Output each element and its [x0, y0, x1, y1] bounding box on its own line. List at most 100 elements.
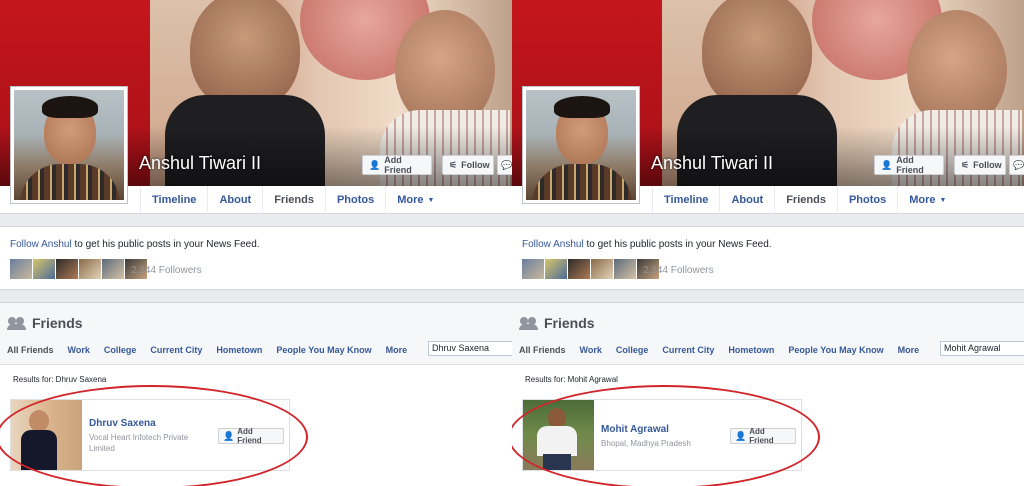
filter-current-city[interactable]: Current City	[150, 345, 202, 355]
filter-all-friends[interactable]: All Friends	[519, 345, 566, 355]
result-subtitle: Bhopal, Madhya Pradesh	[601, 439, 691, 448]
follower-avatar[interactable]	[10, 259, 32, 279]
result-add-friend-button[interactable]: 👤 Add Friend	[218, 427, 284, 445]
followers-count[interactable]: 2,344 Followers	[131, 265, 202, 276]
result-avatar[interactable]	[11, 400, 82, 470]
rss-icon: ⚟	[961, 159, 970, 170]
follow-label: Follow	[973, 160, 1002, 170]
friends-title-label: Friends	[544, 315, 595, 331]
tab-timeline[interactable]: Timeline	[652, 186, 719, 214]
message-icon: 💬	[501, 159, 512, 170]
results-label: Results for: Dhruv Saxena	[13, 375, 107, 384]
results-label: Results for: Mohit Agrawal	[525, 375, 618, 384]
chevron-down-icon: ▼	[427, 196, 435, 204]
filter-college[interactable]: College	[104, 345, 137, 355]
follow-prompt: Follow Anshul to get his public posts in…	[10, 239, 260, 250]
follower-avatar[interactable]	[522, 259, 544, 279]
message-button[interactable]: 💬	[497, 155, 512, 175]
follow-prompt-text: to get his public posts in your News Fee…	[71, 239, 260, 250]
follower-avatar[interactable]	[56, 259, 78, 279]
filter-college[interactable]: College	[616, 345, 649, 355]
message-icon: 💬	[1013, 159, 1024, 170]
friends-title: Friends	[519, 315, 595, 331]
profile-name[interactable]: Anshul Tiwari II	[139, 153, 261, 174]
follow-label: Follow	[461, 160, 490, 170]
filter-work[interactable]: Work	[68, 345, 90, 355]
filter-work[interactable]: Work	[580, 345, 602, 355]
tab-friends[interactable]: Friends	[774, 186, 837, 214]
filter-all-friends[interactable]: All Friends	[7, 345, 54, 355]
follow-link[interactable]: Follow Anshul	[522, 239, 584, 250]
follow-button[interactable]: ⚟ Follow	[442, 155, 494, 175]
friends-title: Friends	[7, 315, 83, 331]
result-avatar[interactable]	[523, 400, 594, 470]
follower-avatar[interactable]	[102, 259, 124, 279]
follower-avatar[interactable]	[591, 259, 613, 279]
tab-photos[interactable]: Photos	[324, 186, 385, 214]
tab-friends[interactable]: Friends	[262, 186, 325, 214]
add-friend-icon: 👤	[223, 430, 235, 441]
follow-prompt-text: to get his public posts in your News Fee…	[583, 239, 772, 250]
message-button[interactable]: 💬	[1009, 155, 1024, 175]
follow-button[interactable]: ⚟ Follow	[954, 155, 1006, 175]
filter-hometown[interactable]: Hometown	[728, 345, 774, 355]
follower-avatar[interactable]	[79, 259, 101, 279]
result-name[interactable]: Mohit Agrawal	[601, 424, 669, 435]
rss-icon: ⚟	[449, 159, 458, 170]
add-friend-button[interactable]: 👤 Add Friend	[362, 155, 432, 175]
profile-picture[interactable]	[522, 86, 640, 204]
friends-title-label: Friends	[32, 315, 83, 331]
result-name[interactable]: Dhruv Saxena	[89, 418, 156, 429]
follow-prompt-box: Follow Anshul to get his public posts in…	[0, 226, 512, 290]
friends-icon	[7, 317, 26, 330]
tab-more[interactable]: More ▼	[385, 186, 445, 214]
friend-result-card: Mohit Agrawal Bhopal, Madhya Pradesh 👤 A…	[522, 399, 802, 471]
friends-filter-tabs: All Friends Work College Current City Ho…	[7, 345, 407, 355]
result-add-friend-button[interactable]: 👤 Add Friend	[730, 427, 796, 445]
friends-icon	[519, 317, 538, 330]
add-friend-label: Add Friend	[384, 155, 412, 175]
profile-picture[interactable]	[10, 86, 128, 204]
tab-timeline[interactable]: Timeline	[140, 186, 207, 214]
follower-thumbnails	[522, 259, 659, 279]
add-friend-label: Add Friend	[896, 155, 924, 175]
follower-avatar[interactable]	[545, 259, 567, 279]
tab-photos[interactable]: Photos	[836, 186, 897, 214]
result-add-friend-label: Add Friend	[749, 427, 774, 445]
result-subtitle: Vocal Heart Infotech Private Limited	[89, 433, 189, 453]
filter-more[interactable]: More	[386, 345, 408, 355]
filter-people-you-may-know[interactable]: People You May Know	[788, 345, 883, 355]
friends-section: Friends All Friends Work College Current…	[0, 302, 512, 486]
follower-avatar[interactable]	[614, 259, 636, 279]
add-friend-button[interactable]: 👤 Add Friend	[874, 155, 944, 175]
chevron-down-icon: ▼	[939, 196, 947, 204]
follow-prompt-box: Follow Anshul to get his public posts in…	[512, 226, 1024, 290]
filter-hometown[interactable]: Hometown	[216, 345, 262, 355]
friends-search-input[interactable]: Dhruv Saxena	[428, 341, 512, 356]
followers-count[interactable]: 2,344 Followers	[643, 265, 714, 276]
filter-current-city[interactable]: Current City	[662, 345, 714, 355]
add-friend-icon: 👤	[881, 159, 893, 170]
filter-more[interactable]: More	[898, 345, 920, 355]
friend-result-card: Dhruv Saxena Vocal Heart Infotech Privat…	[10, 399, 290, 471]
tab-more[interactable]: More ▼	[897, 186, 957, 214]
friends-search-input[interactable]: Mohit Agrawal	[940, 341, 1024, 356]
follower-thumbnails	[10, 259, 147, 279]
follow-link[interactable]: Follow Anshul	[10, 239, 72, 250]
tab-more-label: More	[397, 194, 424, 206]
profile-name[interactable]: Anshul Tiwari II	[651, 153, 773, 174]
result-add-friend-label: Add Friend	[237, 427, 262, 445]
friends-section: Friends All Friends Work College Current…	[512, 302, 1024, 486]
add-friend-icon: 👤	[369, 159, 381, 170]
add-friend-icon: 👤	[735, 430, 747, 441]
profile-panel-right: Anshul Tiwari II 👤 Add Friend ⚟ Follow 💬…	[512, 0, 1024, 486]
tab-more-label: More	[909, 194, 936, 206]
profile-panel-left: Anshul Tiwari II 👤 Add Friend ⚟ Follow 💬…	[0, 0, 512, 486]
tab-about[interactable]: About	[207, 186, 262, 214]
tab-about[interactable]: About	[719, 186, 774, 214]
follow-prompt: Follow Anshul to get his public posts in…	[522, 239, 772, 250]
friends-filter-tabs: All Friends Work College Current City Ho…	[519, 345, 919, 355]
filter-people-you-may-know[interactable]: People You May Know	[276, 345, 371, 355]
follower-avatar[interactable]	[568, 259, 590, 279]
follower-avatar[interactable]	[33, 259, 55, 279]
